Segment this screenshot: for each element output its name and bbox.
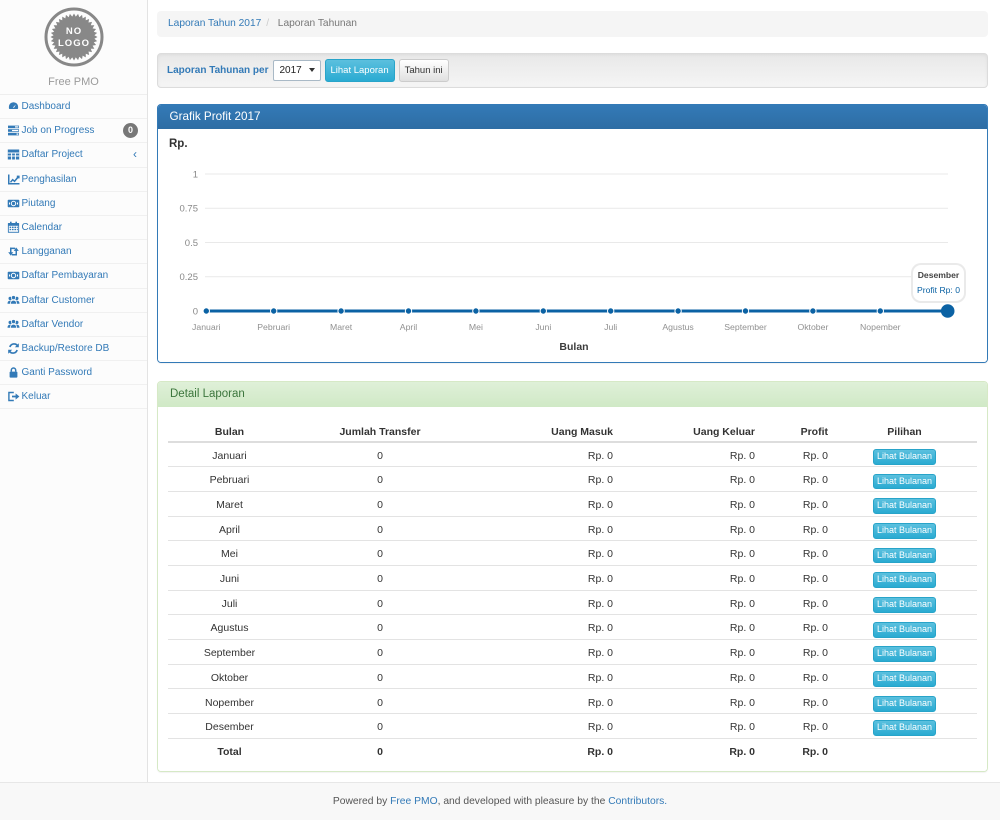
svg-text:Mei: Mei xyxy=(469,322,483,332)
svg-text:April: April xyxy=(400,322,417,332)
svg-text:0.5: 0.5 xyxy=(185,238,198,249)
svg-text:Bulan: Bulan xyxy=(559,341,588,353)
svg-text:Juni: Juni xyxy=(535,322,551,332)
svg-text:0: 0 xyxy=(193,306,198,317)
svg-text:Pebruari: Pebruari xyxy=(257,322,290,332)
svg-text:Januari: Januari xyxy=(192,322,221,332)
svg-text:LOGO: LOGO xyxy=(58,38,90,49)
svg-text:Maret: Maret xyxy=(330,322,353,332)
svg-text:September: September xyxy=(724,322,767,332)
svg-text:Nopember: Nopember xyxy=(860,322,901,332)
svg-text:1: 1 xyxy=(193,169,198,180)
svg-text:Juli: Juli xyxy=(604,322,617,332)
svg-text:0.75: 0.75 xyxy=(180,204,199,215)
svg-text:0.25: 0.25 xyxy=(180,272,199,283)
svg-text:NO: NO xyxy=(65,26,81,37)
svg-text:Oktober: Oktober xyxy=(797,322,828,332)
svg-text:Agustus: Agustus xyxy=(662,322,694,332)
